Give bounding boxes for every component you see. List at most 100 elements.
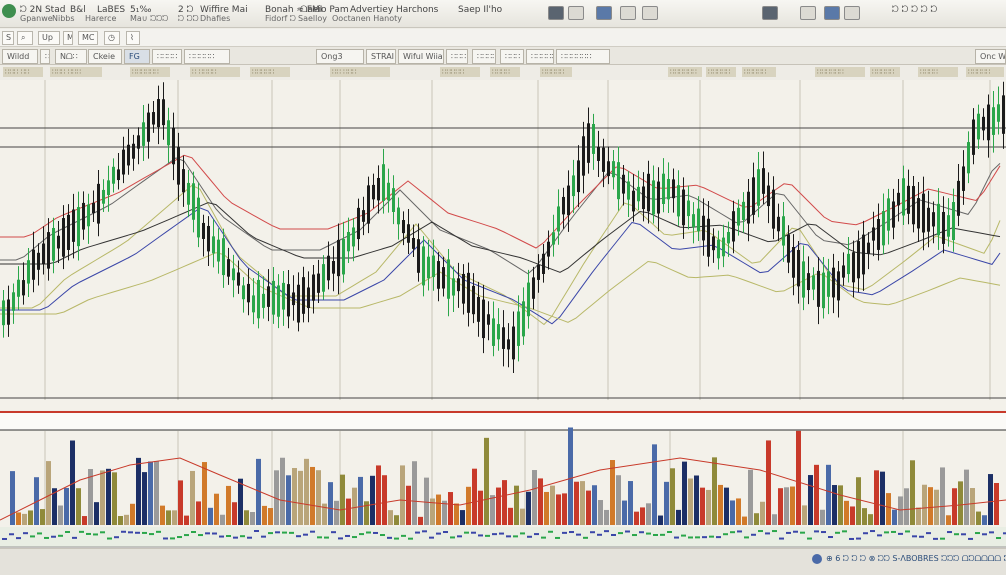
- indicator-tick: [352, 536, 357, 539]
- volume-bar: [490, 495, 495, 525]
- candle-body: [502, 327, 505, 349]
- candle-body: [657, 181, 660, 214]
- candle-body: [332, 261, 335, 274]
- chart-area[interactable]: [0, 0, 1006, 548]
- volume-bar: [574, 481, 579, 525]
- status-bar: ⊕ 6 ᘰ ᘰ ᘰ ⊗ ᘰᘰ S-ɅBOBRES ᘰᘰᘰ ᗝᘰᗝᗝᗝᗝ ᘰᘰ: [0, 548, 1006, 575]
- indicator-tick: [919, 535, 924, 538]
- indicator-tick: [464, 531, 469, 534]
- indicator-tick: [681, 534, 686, 537]
- candle-body: [47, 232, 50, 269]
- volume-bar: [802, 505, 807, 525]
- indicator-tick: [443, 531, 448, 534]
- volume-bar: [418, 516, 423, 525]
- volume-bar: [124, 514, 129, 525]
- candle-body: [57, 235, 60, 249]
- volume-bar: [892, 509, 897, 525]
- indicator-tick: [695, 536, 700, 539]
- indicator-tick: [492, 533, 497, 536]
- indicator-tick: [289, 531, 294, 534]
- candle-body: [712, 236, 715, 251]
- candle-body: [667, 178, 670, 200]
- indicator-tick: [226, 535, 231, 538]
- volume-bar: [166, 510, 171, 525]
- volume-bar: [448, 492, 453, 525]
- volume-bar: [208, 507, 213, 525]
- candle-body: [967, 142, 970, 174]
- candle-body: [12, 292, 15, 311]
- volume-bar: [598, 500, 603, 525]
- volume-bar: [100, 470, 105, 525]
- volume-bar: [670, 468, 675, 525]
- candle-body: [192, 183, 195, 220]
- indicator-tick: [667, 530, 672, 533]
- indicator-tick: [170, 537, 175, 540]
- candle-body: [647, 173, 650, 212]
- indicator-tick: [576, 533, 581, 536]
- indicator-tick: [401, 534, 406, 537]
- candle-body: [617, 162, 620, 200]
- candle-body: [947, 215, 950, 237]
- indicator-tick: [786, 531, 791, 534]
- candle-body: [592, 124, 595, 154]
- candle-body: [182, 169, 185, 193]
- indicator-tick: [121, 530, 126, 533]
- volume-bar: [58, 505, 63, 525]
- volume-bar: [352, 487, 357, 525]
- volume-bar: [244, 510, 249, 525]
- candle-body: [982, 116, 985, 131]
- volume-bar: [850, 506, 855, 525]
- indicator-tick: [646, 532, 651, 535]
- candle-body: [932, 212, 935, 227]
- indicator-tick: [345, 534, 350, 537]
- indicator-tick: [198, 534, 203, 537]
- candle-body: [812, 275, 815, 290]
- indicator-tick: [191, 531, 196, 534]
- volume-bar: [886, 493, 891, 525]
- volume-bar: [286, 475, 291, 525]
- volume-bar: [406, 485, 411, 525]
- indicator-tick: [569, 531, 574, 534]
- candle-body: [787, 234, 790, 263]
- candle-body: [327, 255, 330, 281]
- candle-body: [202, 222, 205, 239]
- candle-body: [62, 218, 65, 257]
- volume-bar: [556, 494, 561, 525]
- volume-bar: [874, 470, 879, 525]
- candle-body: [532, 277, 535, 299]
- volume-bar: [136, 457, 141, 525]
- volume-bar: [784, 487, 789, 525]
- volume-bar: [826, 464, 831, 525]
- candle-body: [352, 227, 355, 247]
- indicator-tick: [9, 533, 14, 536]
- candle-body: [632, 190, 635, 212]
- indicator-tick: [415, 531, 420, 534]
- indicator-tick: [338, 537, 343, 540]
- candle-body: [727, 231, 730, 244]
- volume-bar: [640, 507, 645, 525]
- volume-bar: [856, 477, 861, 525]
- volume-bar: [862, 508, 867, 525]
- candle-body: [417, 239, 420, 273]
- indicator-tick: [716, 536, 721, 539]
- indicator-tick: [583, 536, 588, 539]
- volume-bar: [766, 440, 771, 525]
- candle-body: [522, 301, 525, 337]
- candle-body: [392, 188, 395, 212]
- candle-body: [17, 279, 20, 297]
- volume-bar: [562, 493, 567, 525]
- volume-bar: [232, 502, 237, 525]
- indicator-tick: [842, 530, 847, 533]
- candle-body: [792, 247, 795, 278]
- candle-body: [882, 211, 885, 246]
- candle-body: [682, 189, 685, 226]
- indicator-tick: [807, 537, 812, 540]
- indicator-tick: [303, 533, 308, 536]
- candle-body: [942, 211, 945, 244]
- volume-bar: [82, 516, 87, 525]
- candle-body: [707, 218, 710, 257]
- candle-body: [687, 200, 690, 217]
- indicator-tick: [30, 535, 35, 538]
- candle-body: [742, 201, 745, 221]
- candle-body: [282, 282, 285, 310]
